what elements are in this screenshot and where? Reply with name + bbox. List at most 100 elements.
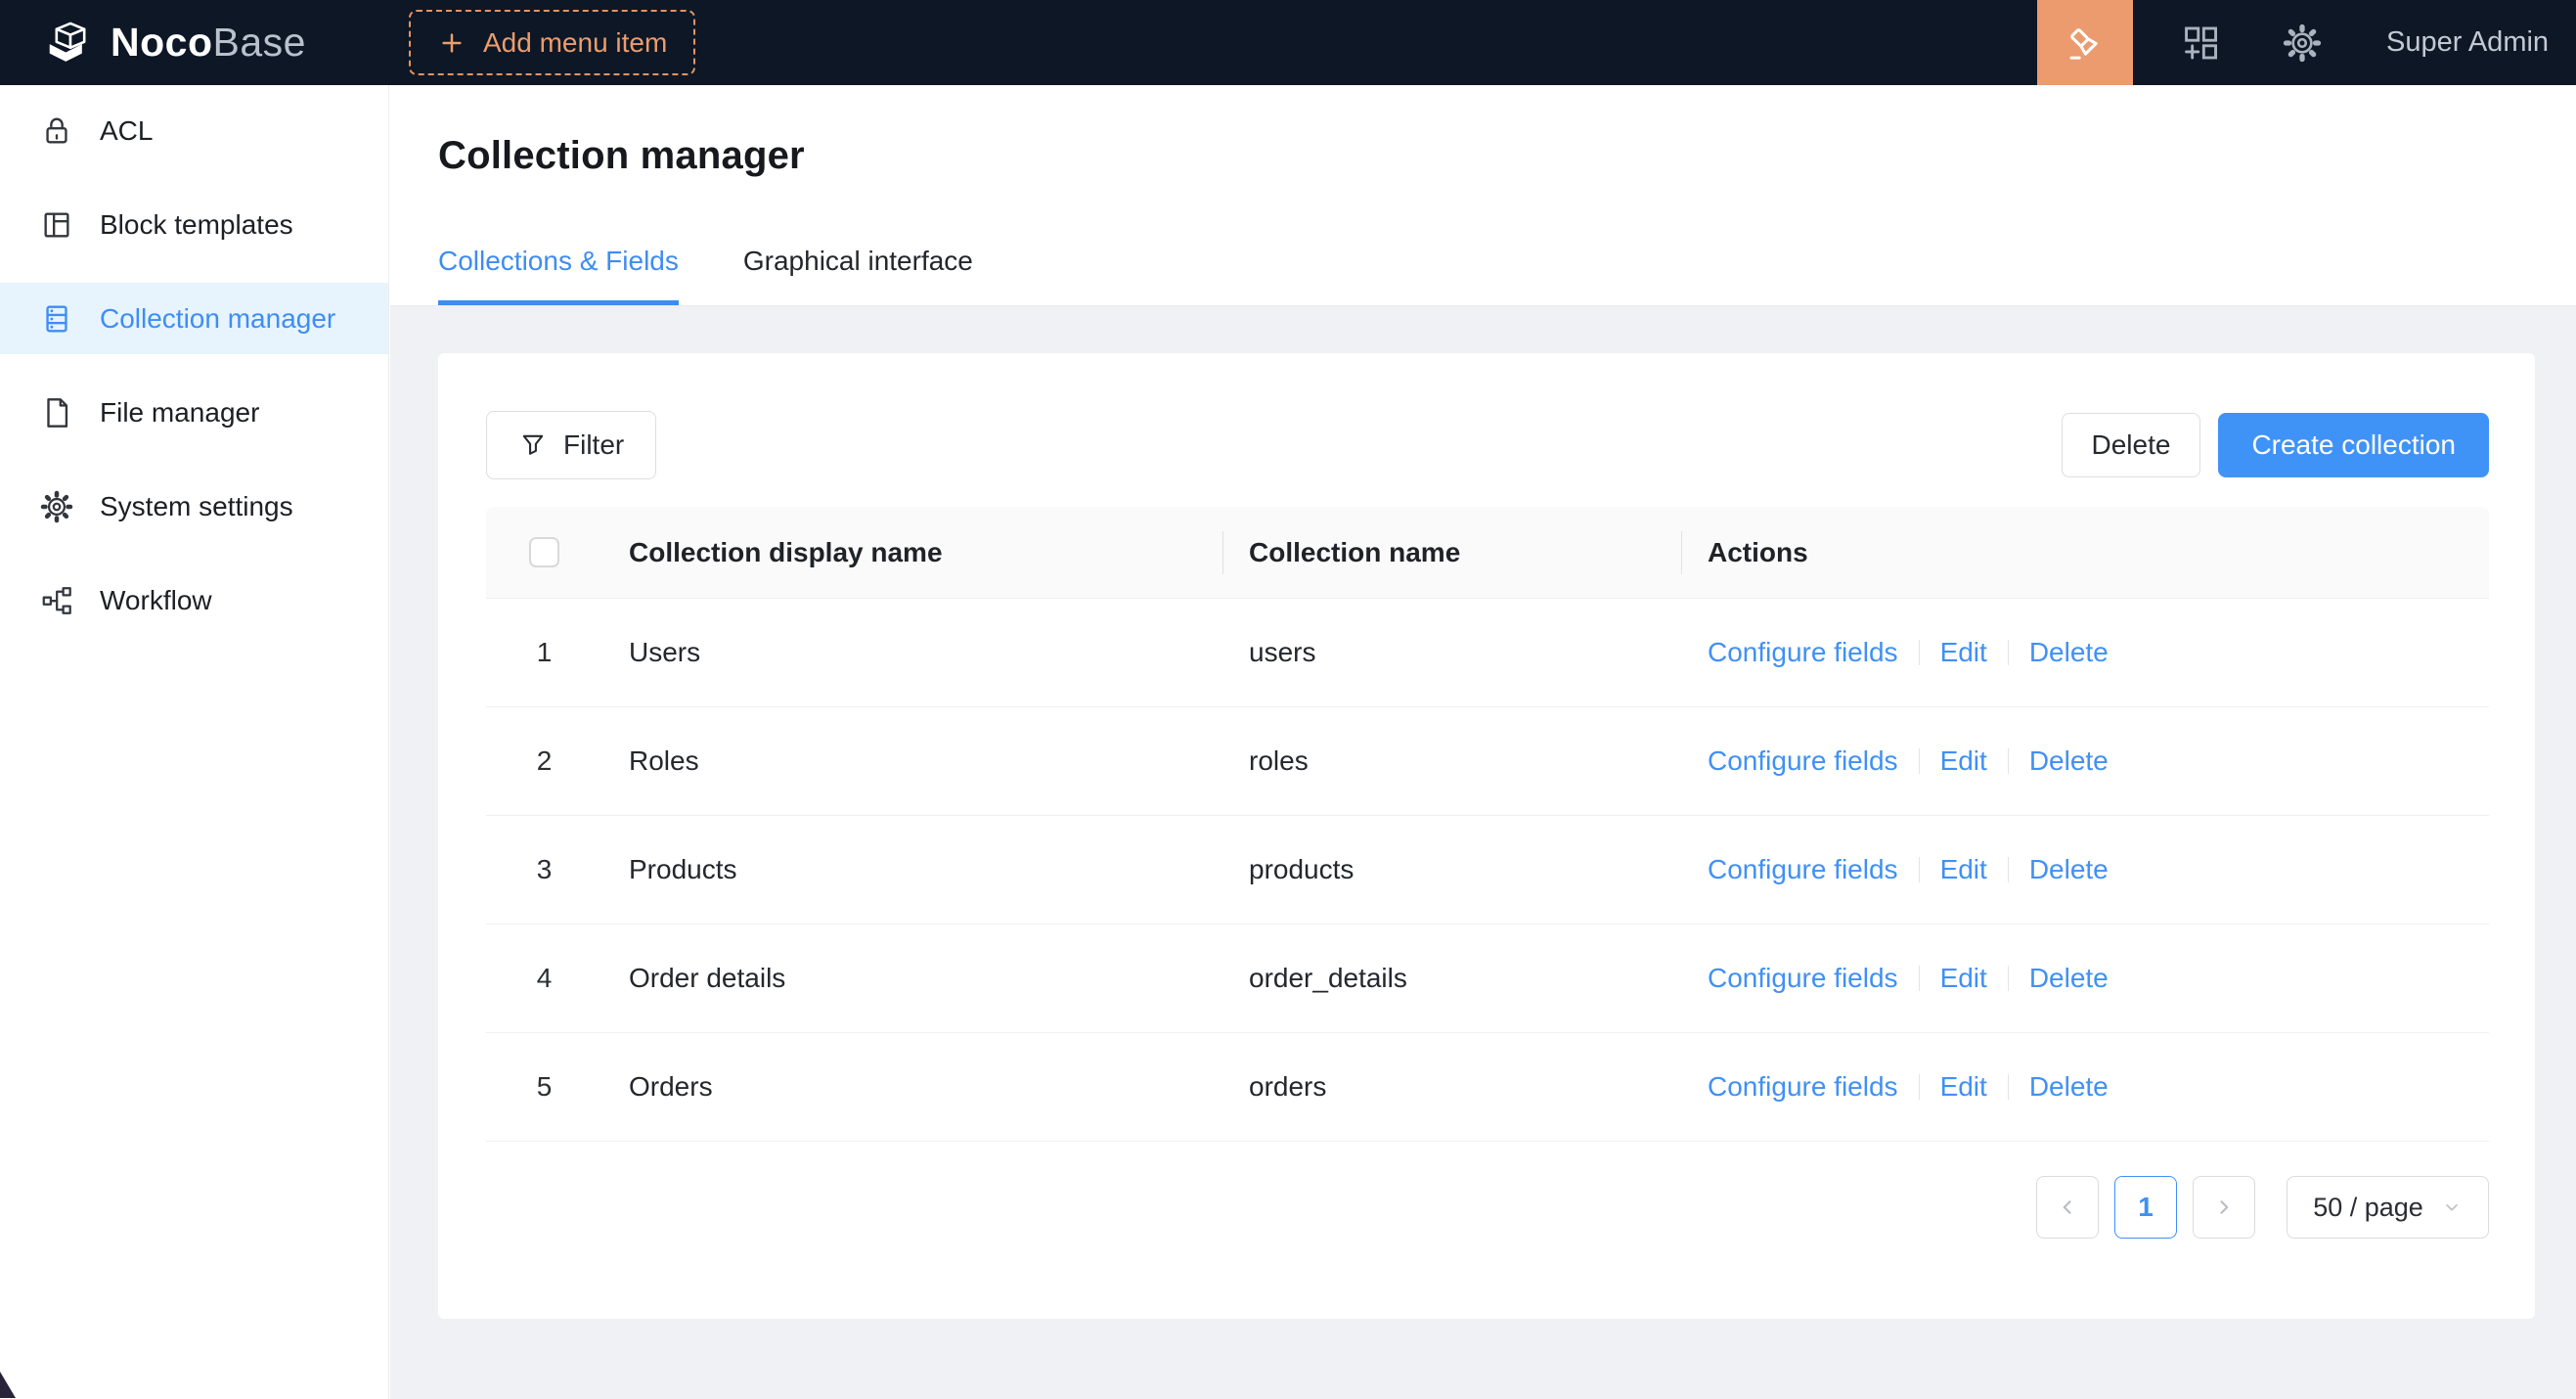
edit-link[interactable]: Edit — [1940, 745, 1987, 777]
delete-link[interactable]: Delete — [2029, 963, 2109, 994]
column-header-name: Collection name — [1222, 537, 1681, 568]
logo-text-light: Base — [213, 20, 306, 65]
configure-fields-link[interactable]: Configure fields — [1708, 963, 1898, 994]
add-menu-item-button[interactable]: Add menu item — [409, 10, 695, 75]
row-index: 2 — [486, 745, 602, 777]
delete-link[interactable]: Delete — [2029, 854, 2109, 885]
configure-fields-link[interactable]: Configure fields — [1708, 637, 1898, 668]
column-separator — [1222, 531, 1223, 574]
mouse-cursor — [0, 1372, 18, 1399]
column-separator — [1681, 531, 1682, 574]
appstore-add-icon — [2181, 23, 2220, 63]
top-navbar: NocoBase Add menu item Super Admin — [0, 0, 2576, 85]
cell-actions: Configure fields Edit Delete — [1681, 1071, 2489, 1103]
sidebar-item-system-settings[interactable]: System settings — [0, 471, 388, 542]
action-link-separator — [1919, 748, 1920, 774]
configure-fields-link[interactable]: Configure fields — [1708, 745, 1898, 777]
action-link-separator — [2008, 748, 2009, 774]
plugins-button[interactable] — [2150, 0, 2251, 85]
configure-fields-link[interactable]: Configure fields — [1708, 854, 1898, 885]
table-row: 2 Roles roles Configure fields Edit Delete — [486, 707, 2489, 816]
action-link-separator — [2008, 1074, 2009, 1100]
chevron-down-icon — [2441, 1196, 2463, 1218]
action-link-separator — [1919, 857, 1920, 882]
plus-icon — [437, 28, 466, 58]
workflow-icon — [40, 584, 73, 617]
page-header: Collection manager Collections & Fields … — [390, 85, 2576, 306]
page-number-button[interactable]: 1 — [2114, 1176, 2177, 1239]
cell-collection-display-name: Roles — [602, 745, 1222, 777]
table-row: 1 Users users Configure fieldsEditDelete — [486, 599, 2489, 707]
sidebar-nav: ACL Block templates Collection manager F… — [0, 85, 389, 1399]
cell-collection-display-name: Users — [602, 637, 1222, 668]
table-row: 4 Order details order_details Configure … — [486, 925, 2489, 1033]
ui-editor-button[interactable] — [2037, 0, 2133, 85]
file-icon — [40, 396, 73, 429]
sidebar-item-acl[interactable]: ACL — [0, 95, 388, 166]
table-row: 3 Products products Configure fields Edit… — [486, 816, 2489, 925]
nocobase-logo-icon — [45, 20, 96, 67]
tab-collections-and-fields[interactable]: Collections & Fields — [438, 246, 679, 305]
filter-button[interactable]: Filter — [486, 411, 656, 479]
page-title: Collection manager — [438, 134, 805, 178]
layout-icon — [40, 208, 73, 242]
sidebar-item-label: ACL — [100, 115, 153, 147]
select-all-checkbox[interactable] — [529, 537, 559, 567]
edit-link[interactable]: Edit — [1940, 854, 1987, 885]
cell-actions: Configure fields Edit Delete — [1681, 637, 2489, 668]
add-menu-item-label: Add menu item — [483, 27, 667, 59]
edit-link[interactable]: Edit — [1940, 1071, 1987, 1103]
chevron-left-icon — [2055, 1195, 2080, 1220]
column-header-actions: Actions — [1681, 537, 2489, 568]
next-page-button[interactable] — [2193, 1176, 2255, 1239]
action-link-separator — [1919, 640, 1920, 665]
logo-text-bold: Noco — [111, 20, 213, 65]
action-link-separator — [1919, 1074, 1920, 1100]
table-body: 1 Users users Configure fieldsEditDelete… — [486, 599, 2489, 1142]
delete-link[interactable]: Delete — [2029, 745, 2109, 777]
cell-actions: Configure fields Edit Delete — [1681, 745, 2489, 777]
page-size-label: 50 / page — [2313, 1193, 2423, 1223]
edit-link[interactable]: Edit — [1940, 637, 1987, 668]
create-collection-button[interactable]: Create collection — [2218, 413, 2489, 477]
previous-page-button[interactable] — [2036, 1176, 2099, 1239]
action-link-separator — [2008, 640, 2009, 665]
cell-collection-name: roles — [1222, 745, 1681, 777]
nocobase-logo-text: NocoBase — [111, 20, 306, 66]
cell-collection-display-name: Orders — [602, 1071, 1222, 1103]
edit-link[interactable]: Edit — [1940, 963, 1987, 994]
configure-fields-link[interactable]: Configure fields — [1708, 1071, 1898, 1103]
cell-collection-name: products — [1222, 854, 1681, 885]
nocobase-logo[interactable]: NocoBase — [45, 0, 306, 85]
action-link-separator — [2008, 857, 2009, 882]
page-size-select[interactable]: 50 / page — [2287, 1176, 2489, 1239]
filter-button-label: Filter — [563, 429, 624, 461]
sidebar-item-block-templates[interactable]: Block templates — [0, 189, 388, 260]
cell-collection-name: users — [1222, 637, 1681, 668]
cell-actions: Configure fields Edit Delete — [1681, 963, 2489, 994]
chevron-right-icon — [2211, 1195, 2237, 1220]
row-index: 3 — [486, 854, 602, 885]
table-header-row: Collection display name Collection name … — [486, 507, 2489, 599]
sidebar-item-label: Collection manager — [100, 303, 335, 335]
page-number-label: 1 — [2138, 1192, 2154, 1223]
delete-button[interactable]: Delete — [2062, 413, 2201, 477]
filter-icon — [518, 430, 548, 460]
sidebar-item-label: File manager — [100, 397, 259, 429]
delete-link[interactable]: Delete — [2029, 1071, 2109, 1103]
collections-card: Filter Delete Create collection Collecti… — [438, 353, 2535, 1319]
settings-button[interactable] — [2251, 0, 2353, 85]
delete-link[interactable]: Delete — [2029, 637, 2109, 668]
lock-icon — [40, 114, 73, 148]
sidebar-item-collection-manager[interactable]: Collection manager — [0, 283, 388, 354]
cell-collection-name: order_details — [1222, 963, 1681, 994]
sidebar-item-workflow[interactable]: Workflow — [0, 564, 388, 636]
tab-graphical-interface[interactable]: Graphical interface — [743, 246, 973, 305]
sidebar-item-file-manager[interactable]: File manager — [0, 377, 388, 448]
pagination: 1 50 / page — [2036, 1176, 2489, 1239]
table-toolbar: Filter Delete Create collection — [486, 410, 2489, 480]
cell-collection-display-name: Products — [602, 854, 1222, 885]
table-row: 5 Orders orders Configure fieldsEditDele… — [486, 1033, 2489, 1142]
cell-collection-display-name: Order details — [602, 963, 1222, 994]
current-user-menu[interactable]: Super Admin — [2386, 0, 2549, 85]
